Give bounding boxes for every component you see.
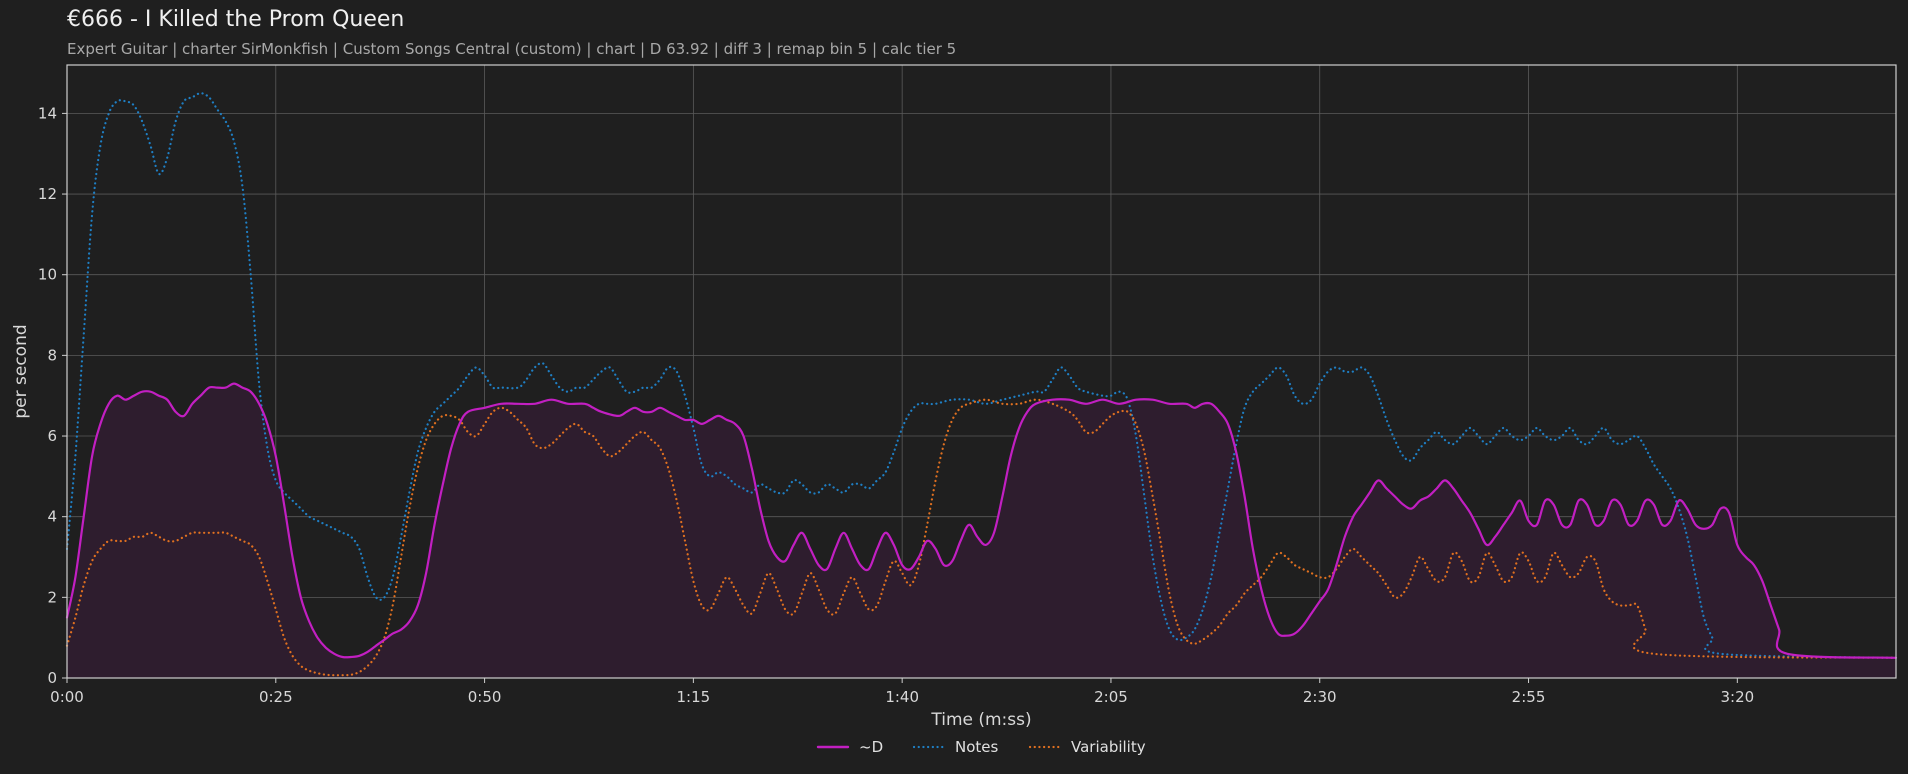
legend-label: Variability <box>1071 738 1146 756</box>
legend-label: ~D <box>859 738 883 756</box>
chart: 0:00 0:25 0:50 1:15 1:40 2:05 2:30 2:55 3:20 0 2 4… <box>11 64 1898 756</box>
y-tick-label: 4 <box>47 508 57 526</box>
y-tick-label: 6 <box>47 427 57 445</box>
x-tick-label: 2:55 <box>1512 688 1546 706</box>
y-tick-label: 0 <box>47 669 57 687</box>
x-tick-label: 0:50 <box>468 688 502 706</box>
x-axis: 0:00 0:25 0:50 1:15 1:40 2:05 2:30 2:55 3:20 <box>50 678 1754 706</box>
x-tick-label: 3:20 <box>1720 688 1754 706</box>
x-tick-label: 1:15 <box>677 688 711 706</box>
x-tick-label: 1:40 <box>885 688 919 706</box>
y-tick-label: 14 <box>38 104 57 122</box>
x-tick-label: 0:25 <box>259 688 293 706</box>
y-axis: 0 2 4 6 8 10 12 14 <box>38 104 67 687</box>
x-tick-label: 2:30 <box>1303 688 1337 706</box>
y-tick-label: 2 <box>47 588 57 606</box>
y-tick-label: 12 <box>38 185 57 203</box>
x-tick-label: 2:05 <box>1094 688 1128 706</box>
y-tick-label: 8 <box>47 346 57 364</box>
x-axis-label: Time (m:ss) <box>930 710 1031 730</box>
legend-label: Notes <box>955 738 999 756</box>
y-axis-label: per second <box>11 324 31 418</box>
legend: ~D Notes Variability <box>816 738 1146 756</box>
y-tick-label: 10 <box>38 266 57 284</box>
area-fill-layer <box>67 383 1896 678</box>
x-tick-label: 0:00 <box>50 688 84 706</box>
series-area-d <box>67 383 1896 678</box>
